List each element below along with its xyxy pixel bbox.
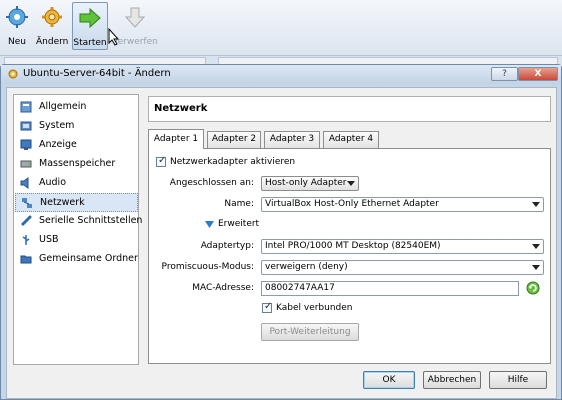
main-toolbar: Neu Ändern Starten Verwerfen	[0, 0, 562, 56]
new-icon	[6, 6, 28, 31]
tab-adapter-1[interactable]: Adapter 1	[148, 129, 204, 149]
adapter-type-label: Adaptertyp:	[200, 241, 254, 251]
attached-to-value: Host-only Adapter	[265, 178, 347, 188]
adapter-type-value: Intel PRO/1000 MT Desktop (82540EM)	[265, 241, 441, 251]
enable-adapter-checkbox[interactable]: ✓	[156, 155, 167, 167]
nav-item-network[interactable]: Netzwerk	[15, 193, 138, 212]
usb-icon	[20, 234, 32, 246]
mac-address-label: MAC-Adresse:	[192, 283, 254, 293]
adapter-type-select[interactable]: Intel PRO/1000 MT Desktop (82540EM)	[261, 239, 544, 254]
settings-nav-list: Allgemein System Anzeige Massenspeicher …	[13, 94, 142, 365]
shared-folder-icon	[20, 253, 32, 265]
cable-connected-label: Kabel verbunden	[276, 303, 353, 313]
nav-item-general[interactable]: Allgemein	[15, 98, 138, 117]
gear-icon	[41, 6, 63, 31]
nav-item-display[interactable]: Anzeige	[15, 136, 138, 155]
advanced-expand-icon[interactable]	[205, 221, 214, 231]
nav-item-label: USB	[39, 234, 59, 245]
promiscuous-mode-select[interactable]: verweigern (deny)	[261, 260, 544, 275]
dialog-titlebar[interactable]: Ubuntu-Server-64bit - Ändern ? X	[1, 65, 561, 84]
storage-icon	[20, 158, 32, 170]
system-icon	[20, 120, 32, 132]
network-icon	[21, 197, 33, 209]
display-icon	[20, 139, 32, 151]
mac-address-value: 08002747AA17	[265, 283, 335, 293]
ok-button[interactable]: OK	[363, 371, 415, 389]
nav-item-usb[interactable]: USB	[15, 231, 138, 250]
mouse-cursor-icon	[108, 27, 120, 49]
nav-item-shared-folders[interactable]: Gemeinsame Ordner	[15, 250, 138, 269]
dialog-client-area: Allgemein System Anzeige Massenspeicher …	[6, 87, 557, 399]
nav-item-label: Serielle Schnittstellen	[39, 215, 143, 226]
chevron-down-icon	[532, 202, 540, 207]
promiscuous-mode-label: Promiscuous-Modus:	[161, 262, 254, 272]
start-label: Starten	[73, 38, 107, 48]
promiscuous-mode-value: verweigern (deny)	[265, 262, 348, 272]
nav-item-label: Allgemein	[39, 101, 87, 112]
attached-to-label: Angeschlossen an:	[169, 178, 254, 188]
checkmark-icon: ✓	[158, 155, 167, 166]
tab-adapter-3[interactable]: Adapter 3	[264, 131, 320, 148]
new-label: Neu	[8, 37, 26, 47]
general-icon	[20, 101, 32, 113]
mac-address-field[interactable]: 08002747AA17	[261, 281, 519, 296]
enable-adapter-label: Netzwerkadapter aktivieren	[170, 157, 296, 167]
audio-icon	[20, 177, 32, 189]
change-button[interactable]: Ändern	[36, 2, 68, 50]
attached-to-select[interactable]: Host-only Adapter	[261, 176, 359, 191]
start-arrow-icon	[78, 7, 102, 32]
nav-item-audio[interactable]: Audio	[15, 174, 138, 193]
nav-item-system[interactable]: System	[15, 117, 138, 136]
tab-adapter-4[interactable]: Adapter 4	[323, 131, 379, 148]
chevron-down-icon	[532, 244, 540, 249]
nav-item-label: Audio	[39, 177, 67, 188]
chevron-down-icon	[347, 181, 355, 186]
page-title-box: Netzwerk	[148, 96, 551, 122]
serial-icon	[20, 215, 32, 227]
tab-adapter-2[interactable]: Adapter 2	[207, 131, 261, 148]
advanced-label[interactable]: Erweitert	[218, 219, 259, 229]
cancel-button[interactable]: Abbrechen	[423, 371, 481, 389]
checkmark-icon: ✓	[264, 301, 273, 312]
name-label: Name:	[224, 199, 254, 209]
nav-item-label: Anzeige	[39, 139, 77, 150]
start-button[interactable]: Starten	[72, 2, 108, 50]
settings-dialog: Ubuntu-Server-64bit - Ändern ? X Allgeme…	[0, 64, 562, 400]
adapter-name-value: VirtualBox Host-Only Ethernet Adapter	[265, 199, 439, 209]
title-close-button[interactable]: X	[518, 67, 558, 81]
gear-icon	[7, 68, 19, 83]
adapter-name-select[interactable]: VirtualBox Host-Only Ethernet Adapter	[261, 197, 544, 212]
title-help-button[interactable]: ?	[491, 67, 518, 81]
cable-connected-checkbox[interactable]: ✓	[262, 301, 273, 313]
adapter-tab-panel: ✓ Netzwerkadapter aktivieren Angeschloss…	[148, 148, 551, 364]
change-label: Ändern	[36, 37, 69, 47]
nav-item-label: System	[39, 120, 75, 131]
nav-item-serial[interactable]: Serielle Schnittstellen	[15, 212, 142, 231]
chevron-down-icon	[532, 265, 540, 270]
nav-item-label: Gemeinsame Ordner	[39, 253, 138, 264]
dialog-title: Ubuntu-Server-64bit - Ändern	[23, 68, 171, 79]
nav-item-storage[interactable]: Massenspeicher	[15, 155, 138, 174]
help-button[interactable]: Hilfe	[489, 371, 547, 389]
refresh-mac-icon[interactable]	[526, 281, 540, 298]
nav-item-label: Massenspeicher	[39, 158, 116, 169]
new-button[interactable]: Neu	[4, 2, 30, 50]
page-title: Netzwerk	[154, 103, 208, 114]
discard-arrow-icon	[124, 6, 146, 31]
nav-item-label: Netzwerk	[40, 197, 85, 208]
port-forwarding-button[interactable]: Port-Weiterleitung	[261, 323, 359, 341]
